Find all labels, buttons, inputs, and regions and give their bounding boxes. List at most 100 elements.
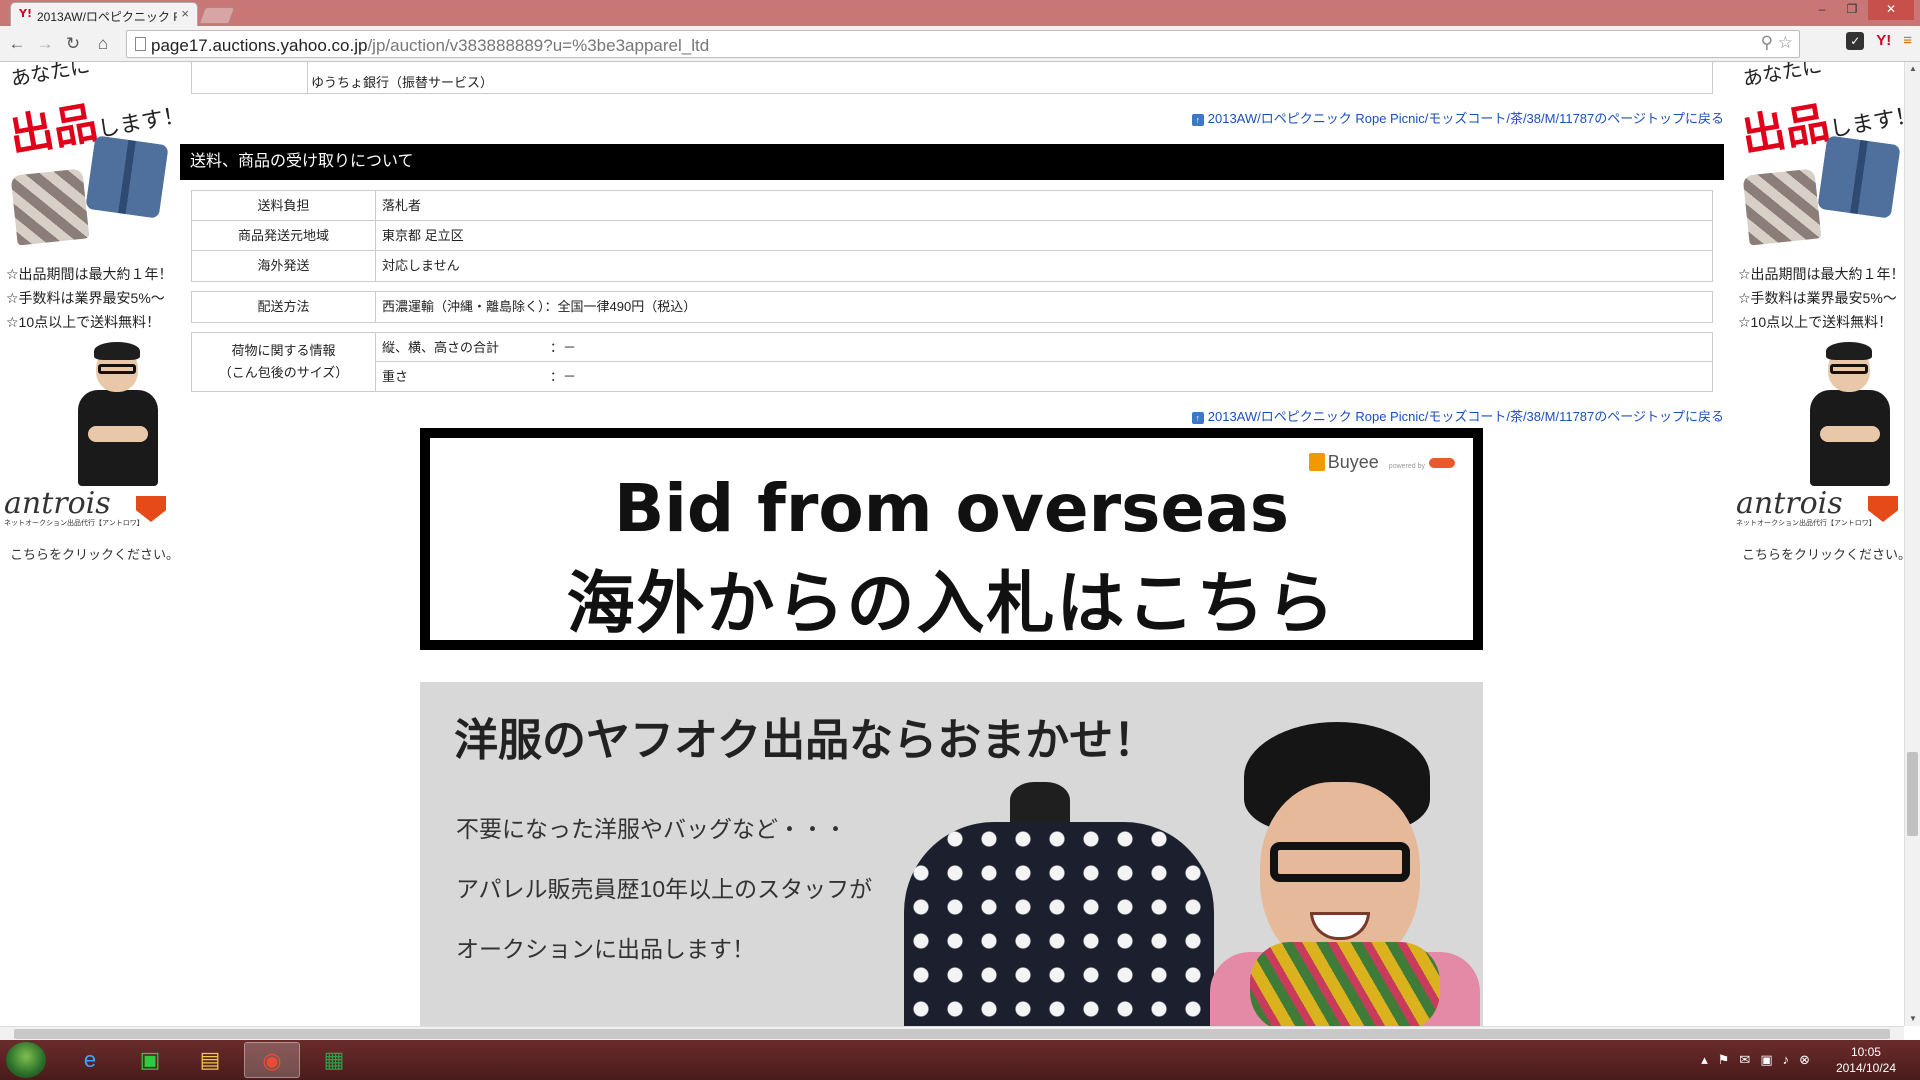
back-to-top-text: 2013AW/ロペピクニック Rope Picnic/モッズコート/茶/38/M…	[1207, 409, 1724, 424]
table-row: 送料負担 落札者	[192, 191, 1712, 221]
package-value: ：－	[550, 340, 577, 355]
start-button[interactable]	[6, 1042, 46, 1078]
back-button[interactable]: ←	[6, 32, 28, 56]
package-label-line: 荷物に関する情報	[231, 343, 336, 358]
close-window-button[interactable]: ✕	[1868, 0, 1914, 20]
window-titlebar: Y! 2013AW/ロペピクニック Rope × – ❐ ✕	[0, 0, 1920, 26]
extension-icons: ✓ Y! ≡	[1846, 32, 1912, 50]
package-label-line: （こん包後のサイズ）	[218, 365, 349, 380]
minimize-button[interactable]: –	[1808, 0, 1836, 20]
clock-date: 2014/10/24	[1835, 1061, 1896, 1075]
ad-big-text: 出品	[1737, 98, 1834, 162]
ad-top-text: あなたに	[9, 62, 92, 91]
horizontal-scrollbar[interactable]	[0, 1026, 1904, 1040]
chrome-icon[interactable]: ◉	[244, 1042, 300, 1078]
tab-close-icon[interactable]: ×	[181, 6, 189, 21]
antrois-subtitle: ネットオークション出品代行【アントロワ】	[1736, 520, 1876, 527]
delivery-method-table: 配送方法 西濃運輸（沖縄・離島除く）：全国一律490円（税込）	[191, 291, 1713, 323]
table-row: 海外発送 対応しません	[192, 251, 1712, 281]
vertical-scrollbar[interactable]: ▲ ▼	[1904, 62, 1920, 1026]
yahoo-favicon-icon: Y!	[19, 7, 32, 20]
shipping-info-table: 送料負担 落札者 商品発送元地域 東京都 足立区 海外発送 対応しません	[191, 190, 1713, 282]
apparel-line: オークションに出品します！	[456, 936, 755, 962]
ad-top-text: あなたに	[1741, 62, 1824, 91]
omnibox-icons: ⚲ ☆	[1761, 33, 1793, 53]
apparel-banner[interactable]: 洋服のヤフオク出品ならおまかせ！ 不要になった洋服やバッグなど・・・ アパレル販…	[420, 682, 1483, 1026]
page-viewport: あなたに 出品します！ ☆出品期間は最大約１年！ ☆手数料は業界最安5%〜 ☆1…	[0, 62, 1904, 1026]
back-to-top-text: 2013AW/ロペピクニック Rope Picnic/モッズコート/茶/38/M…	[1207, 111, 1724, 126]
staff-photo	[74, 342, 164, 486]
row-label: 配送方法	[192, 292, 376, 322]
ad-feature-item: ☆出品期間は最大約１年！	[1738, 266, 1904, 282]
ad-big-text: 出品	[5, 98, 102, 162]
row-value: 対応しません	[382, 258, 460, 273]
antrois-subtitle: ネットオークション出品代行【アントロワ】	[4, 520, 144, 527]
horizontal-scroll-thumb[interactable]	[14, 1029, 1890, 1039]
table-row: 配送方法 西濃運輸（沖縄・離島除く）：全国一律490円（税込）	[192, 292, 1712, 322]
payment-label-cell	[192, 62, 308, 93]
vertical-scroll-thumb[interactable]	[1907, 752, 1918, 836]
yahoo-extension-icon[interactable]: Y!	[1876, 32, 1891, 50]
row-value: 西濃運輸（沖縄・離島除く）：全国一律490円（税込）	[382, 299, 697, 314]
ad-click-text[interactable]: こちらをクリックください。	[10, 544, 179, 563]
extension-check-icon[interactable]: ✓	[1846, 32, 1865, 50]
back-to-top-link[interactable]: ↑ 2013AW/ロペピクニック Rope Picnic/モッズコート/茶/38/…	[1191, 108, 1724, 127]
url-host: page17.auctions.yahoo.co.jp	[151, 36, 368, 55]
ad-big-suffix: します！	[95, 101, 187, 142]
ie-icon[interactable]: e	[62, 1042, 118, 1078]
up-arrow-icon: ↑	[1191, 412, 1204, 424]
antrois-logo: antrois	[4, 486, 111, 521]
side-ad-right[interactable]: あなたに 出品します！ ☆出品期間は最大約１年！ ☆手数料は業界最安5%〜 ☆1…	[1732, 62, 1904, 582]
explorer-icon[interactable]: ▤	[182, 1042, 238, 1078]
table-row: 商品発送元地域 東京都 足立区	[192, 221, 1712, 251]
payment-method-text: ゆうちょ銀行（振替サービス）	[311, 75, 494, 90]
window-controls: – ❐ ✕	[1808, 0, 1914, 20]
side-ad-left[interactable]: あなたに 出品します！ ☆出品期間は最大約１年！ ☆手数料は業界最安5%〜 ☆1…	[0, 62, 187, 582]
scroll-up-icon[interactable]: ▲	[1905, 62, 1920, 76]
buyee-english-text: Bid from overseas	[613, 470, 1290, 547]
browser-tab[interactable]: Y! 2013AW/ロペピクニック Rope ×	[10, 2, 198, 26]
row-label: 海外発送	[192, 251, 376, 281]
reload-button[interactable]: ↻	[62, 32, 84, 56]
ad-click-text[interactable]: こちらをクリックください。	[1742, 544, 1904, 563]
package-value: ：－	[550, 369, 577, 384]
taskbar-clock[interactable]: 10:05 2014/10/24	[1836, 1044, 1896, 1076]
row-label: 商品発送元地域	[192, 221, 376, 250]
buyee-banner-inner: Buyee powered by Bid from overseas 海外からの入…	[430, 438, 1473, 644]
ad-big-suffix: します！	[1827, 101, 1904, 142]
buyee-logo-text: Buyee	[1327, 452, 1379, 472]
system-tray[interactable]: ▴⚑✉▣♪⊗	[1701, 1052, 1820, 1068]
row-value: 東京都 足立区	[382, 228, 464, 243]
partner-logo-icon	[1429, 458, 1455, 468]
address-bar[interactable]: page17.auctions.yahoo.co.jp/jp/auction/v…	[126, 30, 1800, 58]
row-value: 落札者	[382, 198, 422, 213]
restore-button[interactable]: ❐	[1838, 0, 1866, 20]
jacket-image	[85, 135, 169, 219]
apparel-line: アパレル販売員歴10年以上のスタッフが	[456, 876, 873, 902]
package-info-table: 荷物に関する情報 （こん包後のサイズ） 縦、横、高さの合計 ：－ 重さ ：－	[191, 332, 1713, 392]
buyee-bag-icon	[1308, 453, 1325, 471]
url-text: page17.auctions.yahoo.co.jp/jp/auction/v…	[151, 36, 709, 56]
page-icon	[135, 37, 146, 51]
package-key: 重さ	[382, 369, 409, 384]
bookmark-star-icon[interactable]: ☆	[1778, 33, 1793, 52]
new-tab-button[interactable]	[198, 7, 236, 24]
excel-icon[interactable]: ▦	[306, 1042, 362, 1078]
menu-icon[interactable]: ≡	[1903, 32, 1912, 50]
scroll-down-icon[interactable]: ▼	[1905, 1012, 1920, 1026]
apparel-headline: 洋服のヤフオク出品ならおまかせ！	[454, 716, 1158, 765]
store-icon[interactable]: ▣	[122, 1042, 178, 1078]
home-button[interactable]: ⌂	[92, 32, 114, 56]
forward-button[interactable]: →	[34, 32, 56, 56]
ad-feature-item: ☆10点以上で送料無料！	[1738, 314, 1893, 330]
zoom-icon[interactable]: ⚲	[1761, 33, 1773, 52]
ad-feature-item: ☆手数料は業界最安5%〜	[1738, 290, 1897, 306]
ad-feature-list: ☆出品期間は最大約１年！ ☆手数料は業界最安5%〜 ☆10点以上で送料無料！	[1738, 262, 1904, 334]
table-row: 縦、横、高さの合計 ：－	[376, 333, 1712, 362]
package-key: 縦、横、高さの合計	[382, 340, 500, 355]
sweater-image	[1742, 168, 1822, 246]
package-label: 荷物に関する情報 （こん包後のサイズ）	[192, 333, 376, 391]
back-to-top-link[interactable]: ↑ 2013AW/ロペピクニック Rope Picnic/モッズコート/茶/38/…	[1191, 406, 1724, 425]
buyee-banner[interactable]: Buyee powered by Bid from overseas 海外からの入…	[420, 428, 1483, 650]
antrois-logo: antrois	[1736, 486, 1843, 521]
